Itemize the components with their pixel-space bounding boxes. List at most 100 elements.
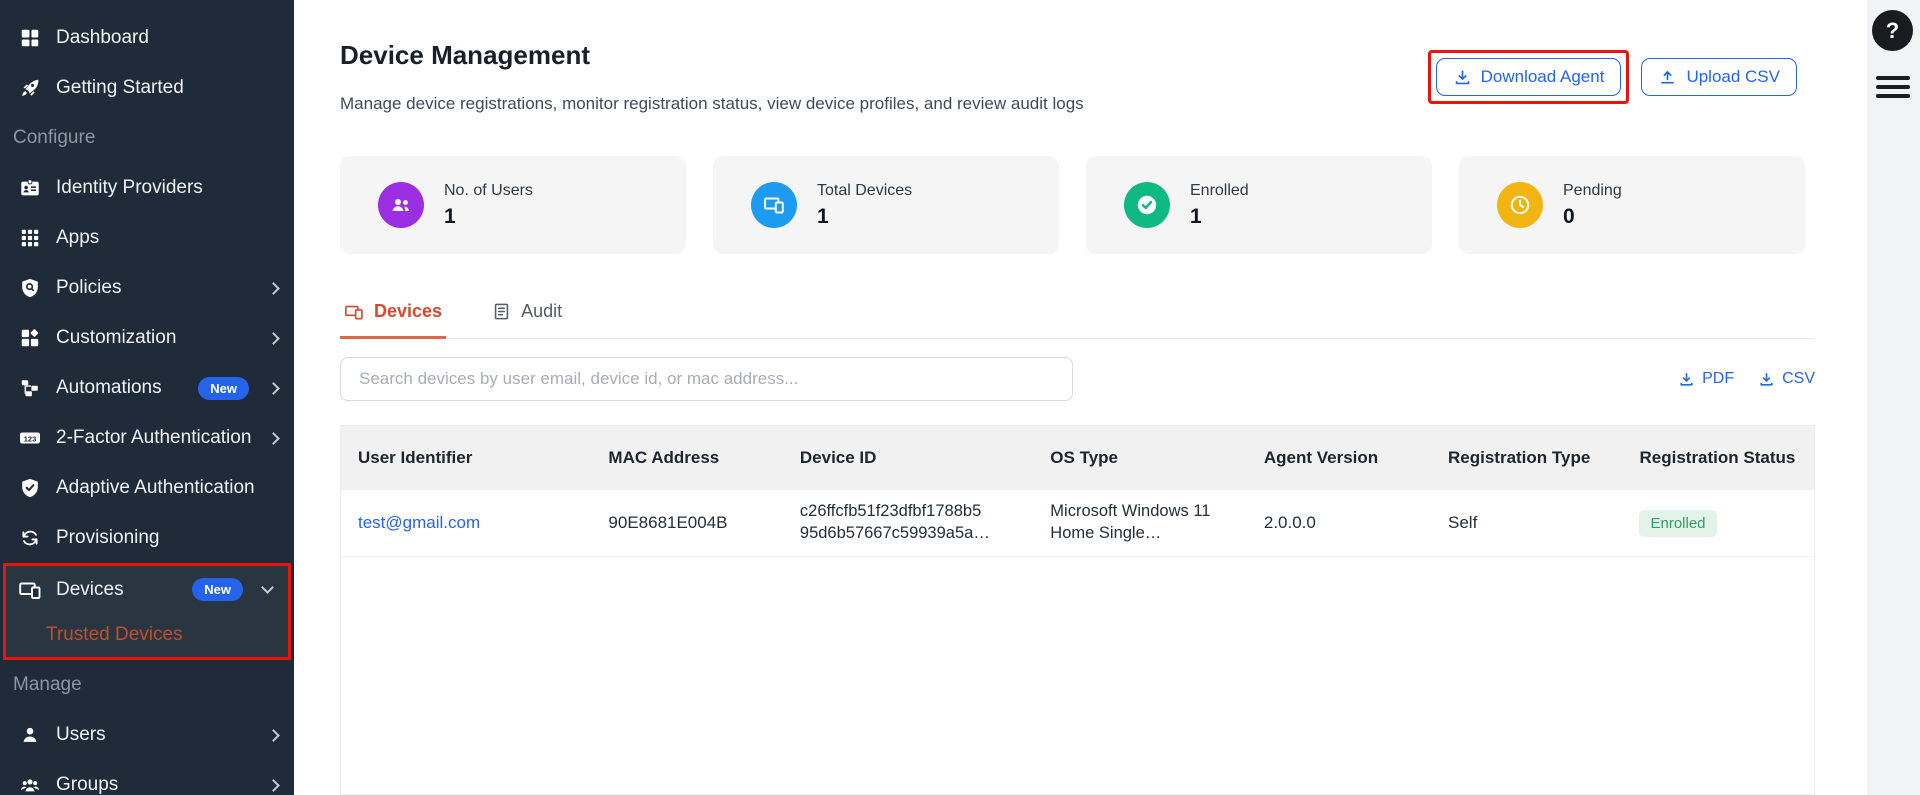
sidebar-item-devices[interactable]: Devices New <box>6 566 288 613</box>
svg-text:123: 123 <box>24 434 37 443</box>
chevron-right-icon <box>267 332 280 345</box>
export-pdf-link[interactable]: PDF <box>1678 370 1734 388</box>
sidebar-item-label: Customization <box>56 327 255 349</box>
stat-value: 1 <box>1190 205 1249 229</box>
column-header: User Identifier <box>341 448 591 468</box>
hamburger-menu-icon[interactable] <box>1876 76 1910 98</box>
sidebar-item-2fa[interactable]: 123 2-Factor Authentication <box>0 413 294 463</box>
chevron-right-icon <box>267 432 280 445</box>
tab-label: Audit <box>521 301 562 322</box>
stat-label: Enrolled <box>1190 182 1249 200</box>
sidebar-item-policies[interactable]: Policies <box>0 263 294 313</box>
stat-card-pending: Pending 0 <box>1459 156 1805 254</box>
chevron-right-icon <box>267 282 280 295</box>
download-agent-label: Download Agent <box>1481 67 1605 87</box>
stat-value: 1 <box>444 205 533 229</box>
policy-shield-icon <box>18 276 42 300</box>
sidebar: Dashboard Getting Started Configure Iden… <box>0 0 294 795</box>
chevron-right-icon <box>267 382 280 395</box>
sidebar-item-label: Automations <box>56 377 184 399</box>
sidebar-item-apps[interactable]: Apps <box>0 213 294 263</box>
search-input[interactable] <box>340 357 1073 401</box>
apps-grid-icon <box>18 226 42 250</box>
tab-audit[interactable]: Audit <box>488 293 566 339</box>
chevron-right-icon <box>267 729 280 742</box>
123-icon: 123 <box>18 426 42 450</box>
customization-icon <box>18 326 42 350</box>
agent-version-cell: 2.0.0.0 <box>1247 513 1431 533</box>
sidebar-section-configure: Configure <box>0 113 294 163</box>
upload-csv-button[interactable]: Upload CSV <box>1641 58 1797 96</box>
page: Dashboard Getting Started Configure Iden… <box>0 0 1920 795</box>
help-button[interactable]: ? <box>1872 10 1913 51</box>
page-subtitle: Manage device registrations, monitor reg… <box>340 94 1084 114</box>
sidebar-item-label: Devices <box>56 579 178 601</box>
table-row[interactable]: test@gmail.com 90E8681E004B c26ffcfb51f2… <box>341 490 1814 557</box>
user-icon <box>18 723 42 747</box>
page-title: Device Management <box>340 40 590 71</box>
device-stat-icon <box>751 182 797 228</box>
download-icon <box>1678 371 1695 388</box>
export-links: PDF CSV <box>1678 370 1815 388</box>
devices-table: User Identifier MAC Address Device ID OS… <box>340 425 1815 795</box>
tab-bar: Devices Audit <box>340 293 1815 339</box>
registration-type-cell: Self <box>1431 513 1622 533</box>
sidebar-item-label: Users <box>56 724 255 746</box>
clock-stat-icon <box>1497 182 1543 228</box>
download-icon <box>1453 68 1472 87</box>
devices-tab-icon <box>344 302 364 322</box>
sidebar-item-identity-providers[interactable]: Identity Providers <box>0 163 294 213</box>
column-header: Agent Version <box>1247 448 1431 468</box>
sidebar-item-label: Groups <box>56 774 255 795</box>
user-identifier-cell[interactable]: test@gmail.com <box>341 513 591 533</box>
sidebar-item-automations[interactable]: Automations New <box>0 363 294 413</box>
new-badge: New <box>192 578 243 601</box>
stat-card-enrolled: Enrolled 1 <box>1086 156 1432 254</box>
mac-address-cell: 90E8681E004B <box>591 513 782 533</box>
registration-status-cell: Enrolled <box>1622 510 1813 537</box>
export-csv-label: CSV <box>1782 370 1815 388</box>
check-stat-icon <box>1124 182 1170 228</box>
header-actions: Download Agent Upload CSV <box>1428 50 1797 104</box>
chevron-right-icon <box>267 779 280 792</box>
column-header: Registration Status <box>1622 448 1813 468</box>
rocket-icon <box>18 76 42 100</box>
stat-value: 0 <box>1563 205 1622 229</box>
sidebar-item-label: 2-Factor Authentication <box>56 427 255 449</box>
sidebar-item-label: Getting Started <box>56 77 278 99</box>
id-badge-icon <box>18 176 42 200</box>
sidebar-item-dashboard[interactable]: Dashboard <box>0 13 294 63</box>
sidebar-item-provisioning[interactable]: Provisioning <box>0 513 294 563</box>
dashboard-icon <box>18 26 42 50</box>
group-icon <box>18 773 42 795</box>
tab-devices[interactable]: Devices <box>340 293 446 339</box>
sidebar-item-label: Policies <box>56 277 255 299</box>
sidebar-item-getting-started[interactable]: Getting Started <box>0 63 294 113</box>
column-header: Registration Type <box>1431 448 1622 468</box>
sidebar-item-label: Dashboard <box>56 27 278 49</box>
stat-value: 1 <box>817 205 912 229</box>
users-stat-icon <box>378 182 424 228</box>
download-agent-annotation-box: Download Agent <box>1428 50 1630 104</box>
sidebar-item-adaptive-authentication[interactable]: Adaptive Authentication <box>0 463 294 513</box>
chevron-down-icon <box>261 581 274 594</box>
table-toolbar: PDF CSV <box>340 357 1815 401</box>
export-pdf-label: PDF <box>1702 370 1734 388</box>
stat-label: Total Devices <box>817 182 912 200</box>
sidebar-item-groups[interactable]: Groups <box>0 760 294 795</box>
export-csv-link[interactable]: CSV <box>1758 370 1815 388</box>
sidebar-item-customization[interactable]: Customization <box>0 313 294 363</box>
download-agent-button[interactable]: Download Agent <box>1436 58 1622 96</box>
right-edge-panel <box>1867 0 1920 795</box>
column-header: MAC Address <box>591 448 782 468</box>
devices-icon <box>18 578 42 602</box>
sidebar-item-label: Provisioning <box>56 527 278 549</box>
sidebar-item-label: Identity Providers <box>56 177 278 199</box>
sidebar-item-trusted-devices[interactable]: Trusted Devices <box>6 613 288 657</box>
tab-label: Devices <box>374 301 442 322</box>
stat-cards: No. of Users 1 Total Devices 1 Enrolled … <box>340 156 1805 254</box>
download-icon <box>1758 371 1775 388</box>
sync-icon <box>18 526 42 550</box>
sidebar-item-users[interactable]: Users <box>0 710 294 760</box>
stat-card-total-devices: Total Devices 1 <box>713 156 1059 254</box>
